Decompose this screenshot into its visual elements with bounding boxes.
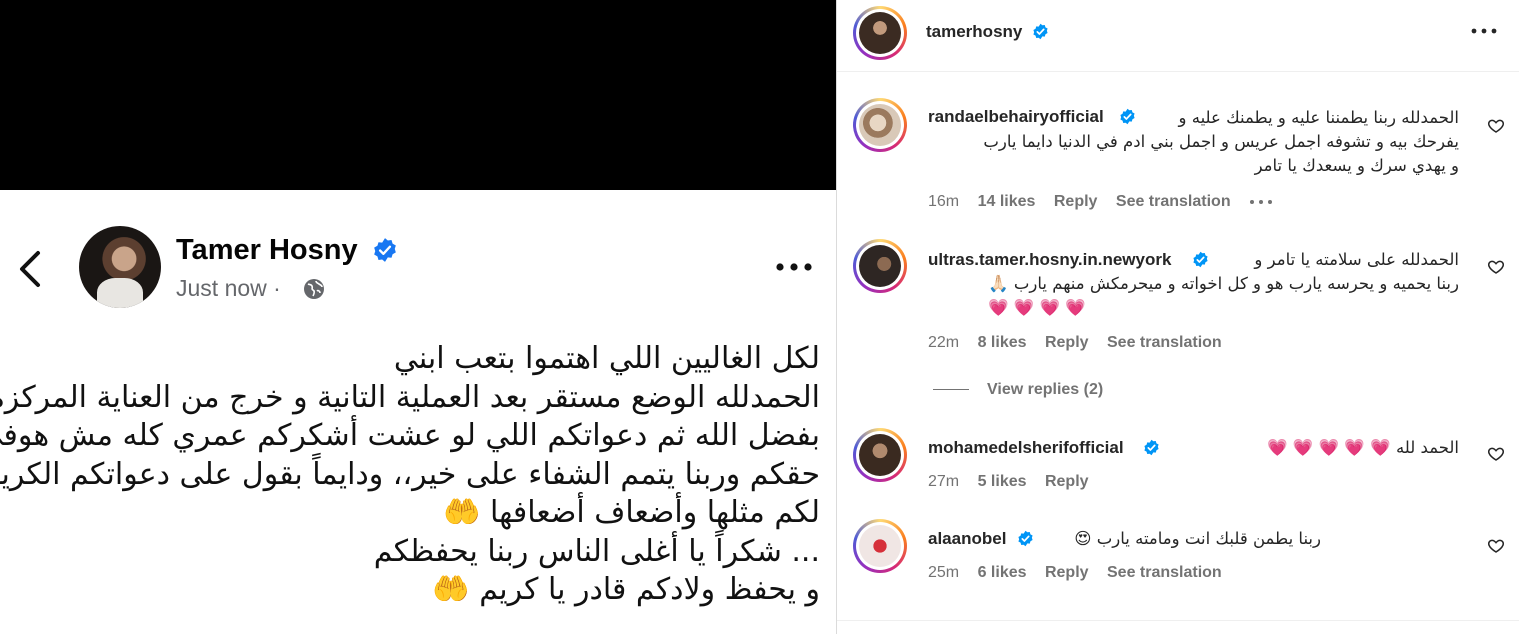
avatar[interactable] [853, 239, 907, 293]
post-header: tamerhosny [837, 0, 1519, 72]
view-replies-button[interactable]: View replies (2) [933, 381, 1103, 399]
comment-likes[interactable]: 14 likes [978, 193, 1036, 210]
more-options-icon[interactable] [1469, 22, 1499, 40]
comments-panel: tamerhosny randaelbehairyofficial الحمدل… [837, 0, 1519, 634]
post-media: Tamer Hosny Just now · لكل الغاليين اللي… [0, 0, 836, 634]
panel-footer-divider [837, 620, 1519, 621]
see-translation-button[interactable]: See translation [1107, 334, 1222, 351]
view-replies-line [933, 389, 969, 391]
header-avatar[interactable] [853, 6, 907, 60]
post-line: لكل الغاليين اللي اهتموا بتعب ابني [393, 341, 820, 376]
post-author-name: Tamer Hosny [176, 234, 358, 266]
comment-likes[interactable]: 6 likes [978, 564, 1027, 581]
comment-text: الحمدلله ربنا يطمننا عليه و يطمنك عليه و… [983, 106, 1459, 178]
comment-time: 22m [928, 334, 960, 351]
more-options-icon [776, 263, 812, 271]
reply-button[interactable]: Reply [1045, 473, 1089, 490]
verified-badge-icon [1033, 23, 1048, 40]
heart-outline-icon[interactable] [1487, 117, 1505, 135]
post-text: لكل الغاليين اللي اهتموا بتعب ابني الحمد… [0, 340, 820, 610]
comment-line: ربنا يطمن قلبك انت ومامته يارب 😍 [1074, 529, 1321, 548]
see-translation-button[interactable]: See translation [1116, 193, 1231, 210]
comment-username[interactable]: alaanobel [928, 529, 1006, 549]
comment-line: 💗 💗 💗 💗 [988, 298, 1086, 317]
comment-meta: 25m 6 likes Reply See translation [928, 564, 1236, 582]
comment-username[interactable]: mohamedelsherifofficial [928, 438, 1124, 458]
comment-meta: 27m 5 likes Reply [928, 473, 1103, 491]
comment-line: الحمدلله على سلامته يا تامر و [1254, 250, 1459, 269]
comment-time: 27m [928, 473, 960, 490]
view-replies-label: View replies (2) [987, 381, 1104, 398]
post-time-separator: · [273, 275, 281, 301]
verified-badge-icon [1144, 439, 1159, 456]
comment-line: الحمدلله ربنا يطمننا عليه و يطمنك عليه و [1178, 108, 1459, 127]
comment-line: يفرحك بيه و تشوفه اجمل عريس و اجمل بني ا… [983, 132, 1459, 151]
post-time: Just now · [176, 275, 281, 302]
avatar[interactable] [853, 98, 907, 152]
comment-line: و يهدي سرك و يسعدك يا تامر [1254, 156, 1459, 175]
avatar [79, 226, 161, 308]
comment-text: الحمد لله 💗 💗 💗 💗 💗 [1267, 436, 1459, 460]
post-line: بفضل الله ثم دعواتكم اللي لو عشت أشكركم … [0, 418, 820, 453]
back-arrow-icon [20, 251, 40, 287]
reply-button[interactable]: Reply [1054, 193, 1098, 210]
comment-line: ربنا يحميه و يحرسه يارب هو و كل اخواته و… [988, 274, 1459, 293]
reply-button[interactable]: Reply [1045, 334, 1089, 351]
comment-text: الحمدلله على سلامته يا تامر و ربنا يحميه… [988, 248, 1459, 320]
comment-meta: 16m 14 likes Reply See translation [928, 193, 1273, 211]
comment-time: 25m [928, 564, 960, 581]
see-translation-button[interactable]: See translation [1107, 564, 1222, 581]
reply-button[interactable]: Reply [1045, 564, 1089, 581]
heart-outline-icon[interactable] [1487, 258, 1505, 276]
post-line: لكم مثلها وأضعاف أضعافها 🤲 [443, 495, 820, 530]
comment-likes[interactable]: 5 likes [978, 473, 1027, 490]
globe-icon [304, 279, 324, 299]
heart-outline-icon[interactable] [1487, 537, 1505, 555]
post-line: حقكم وربنا يتمم الشفاء على خير،، ودايماً… [0, 456, 820, 492]
post-line: ... شكراً يا أغلى الناس ربنا يحفظكم [373, 533, 820, 569]
post-line: و يحفظ ولادكم قادر يا كريم 🤲 [432, 572, 820, 607]
heart-outline-icon[interactable] [1487, 445, 1505, 463]
media-letterbox [0, 0, 836, 190]
comment-text: ربنا يطمن قلبك انت ومامته يارب 😍 [1074, 527, 1321, 551]
header-username[interactable]: tamerhosny [926, 22, 1022, 42]
verified-badge-icon [374, 238, 396, 262]
avatar[interactable] [853, 519, 907, 573]
comment-time: 16m [928, 193, 960, 210]
comment-line: الحمد لله 💗 💗 💗 💗 💗 [1267, 438, 1459, 457]
post-time-label: Just now [176, 275, 267, 301]
verified-badge-icon [1018, 530, 1033, 547]
avatar[interactable] [853, 428, 907, 482]
comment-meta: 22m 8 likes Reply See translation [928, 334, 1236, 352]
comment-likes[interactable]: 8 likes [978, 334, 1027, 351]
post-line: الحمدلله الوضع مستقر بعد العملية التانية… [0, 379, 820, 415]
more-options-icon[interactable] [1249, 197, 1273, 207]
